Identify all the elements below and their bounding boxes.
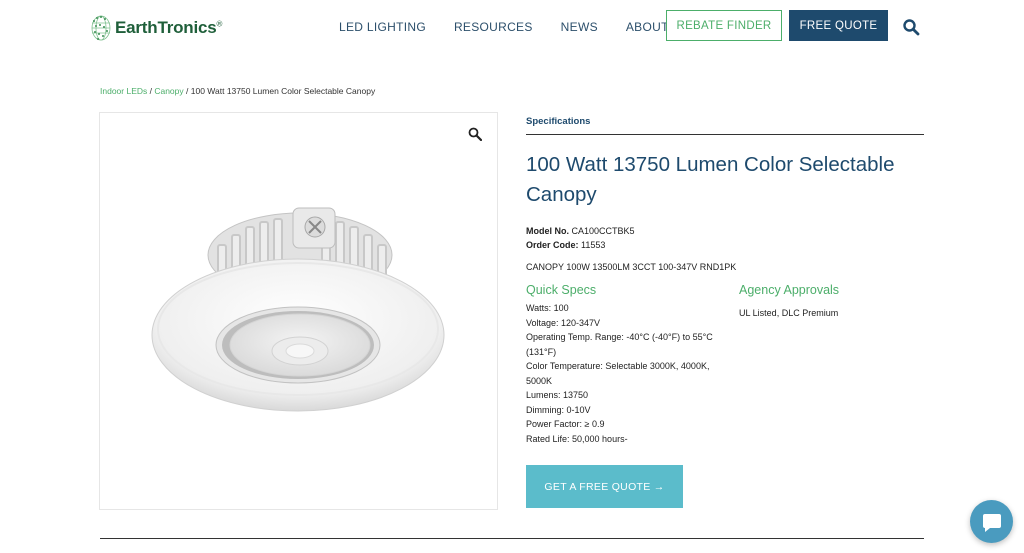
product-title: 100 Watt 13750 Lumen Color Selectable Ca…	[526, 153, 895, 206]
rebate-finder-button[interactable]: REBATE FINDER	[666, 10, 782, 41]
quick-specs-heading: Quick Specs	[526, 283, 597, 297]
agency-approvals-heading: Agency Approvals	[739, 283, 840, 297]
order-code: Order Code: 11553	[526, 240, 605, 250]
spec-item: Voltage: 120-347V	[526, 317, 601, 328]
spec-item: Lumens: 13750	[526, 390, 589, 400]
spec-item: Color Temperature: Selectable 3000K, 400…	[526, 361, 710, 386]
order-code-value: 11553	[581, 240, 606, 250]
logo-globe-icon	[91, 15, 111, 41]
spec-item: Rated Life: 50,000 hours-	[526, 433, 628, 444]
tab-divider	[526, 134, 924, 135]
quick-specs-list: Watts: 100 Voltage: 120-347V Operating T…	[526, 301, 726, 446]
site-header: EarthTronics® LED LIGHTING RESOURCES NEW…	[0, 0, 1024, 56]
breadcrumb-current: 100 Watt 13750 Lumen Color Selectable Ca…	[190, 86, 376, 96]
chat-icon	[982, 513, 1001, 532]
spec-item: Watts: 100	[526, 303, 569, 313]
nav-news[interactable]: NEWS	[561, 20, 598, 34]
section-divider	[100, 538, 924, 539]
spec-item: Power Factor: ≥ 0.9	[526, 419, 605, 429]
zoom-icon[interactable]	[468, 127, 482, 141]
tab-specifications[interactable]: Specifications	[526, 116, 590, 127]
chat-button[interactable]	[970, 500, 1013, 543]
breadcrumb-canopy[interactable]: Canopy	[154, 86, 183, 96]
main-nav: LED LIGHTING RESOURCES NEWS ABOUT	[339, 20, 697, 34]
product-image[interactable]	[150, 205, 446, 417]
logo-text: EarthTronics®	[115, 18, 223, 37]
nav-about[interactable]: ABOUT	[626, 20, 669, 34]
spec-item: Operating Temp. Range: -40°C (-40°F) to …	[526, 332, 713, 357]
breadcrumb-indoor-leds[interactable]: Indoor LEDs	[100, 86, 147, 96]
breadcrumb: Indoor LEDs / Canopy / 100 Watt 13750 Lu…	[100, 86, 375, 96]
agency-approvals-text: UL Listed, DLC Premium	[739, 308, 839, 318]
free-quote-button[interactable]: FREE QUOTE	[789, 10, 888, 41]
spec-item: Dimming: 0-10V	[526, 404, 591, 415]
model-number: Model No. CA100CCTBK5	[526, 226, 635, 236]
search-icon[interactable]	[902, 18, 920, 36]
nav-resources[interactable]: RESOURCES	[454, 20, 533, 34]
site-logo[interactable]: EarthTronics®	[90, 12, 222, 44]
order-code-label: Order Code:	[526, 240, 579, 250]
breadcrumb-separator: /	[183, 86, 191, 96]
model-number-label: Model No.	[526, 226, 569, 236]
product-description: CANOPY 100W 13500LM 3CCT 100-347V RND1PK	[526, 262, 737, 272]
get-free-quote-button[interactable]: GET A FREE QUOTE →	[526, 465, 683, 508]
nav-led-lighting[interactable]: LED LIGHTING	[339, 20, 426, 34]
model-number-value: CA100CCTBK5	[571, 226, 635, 236]
